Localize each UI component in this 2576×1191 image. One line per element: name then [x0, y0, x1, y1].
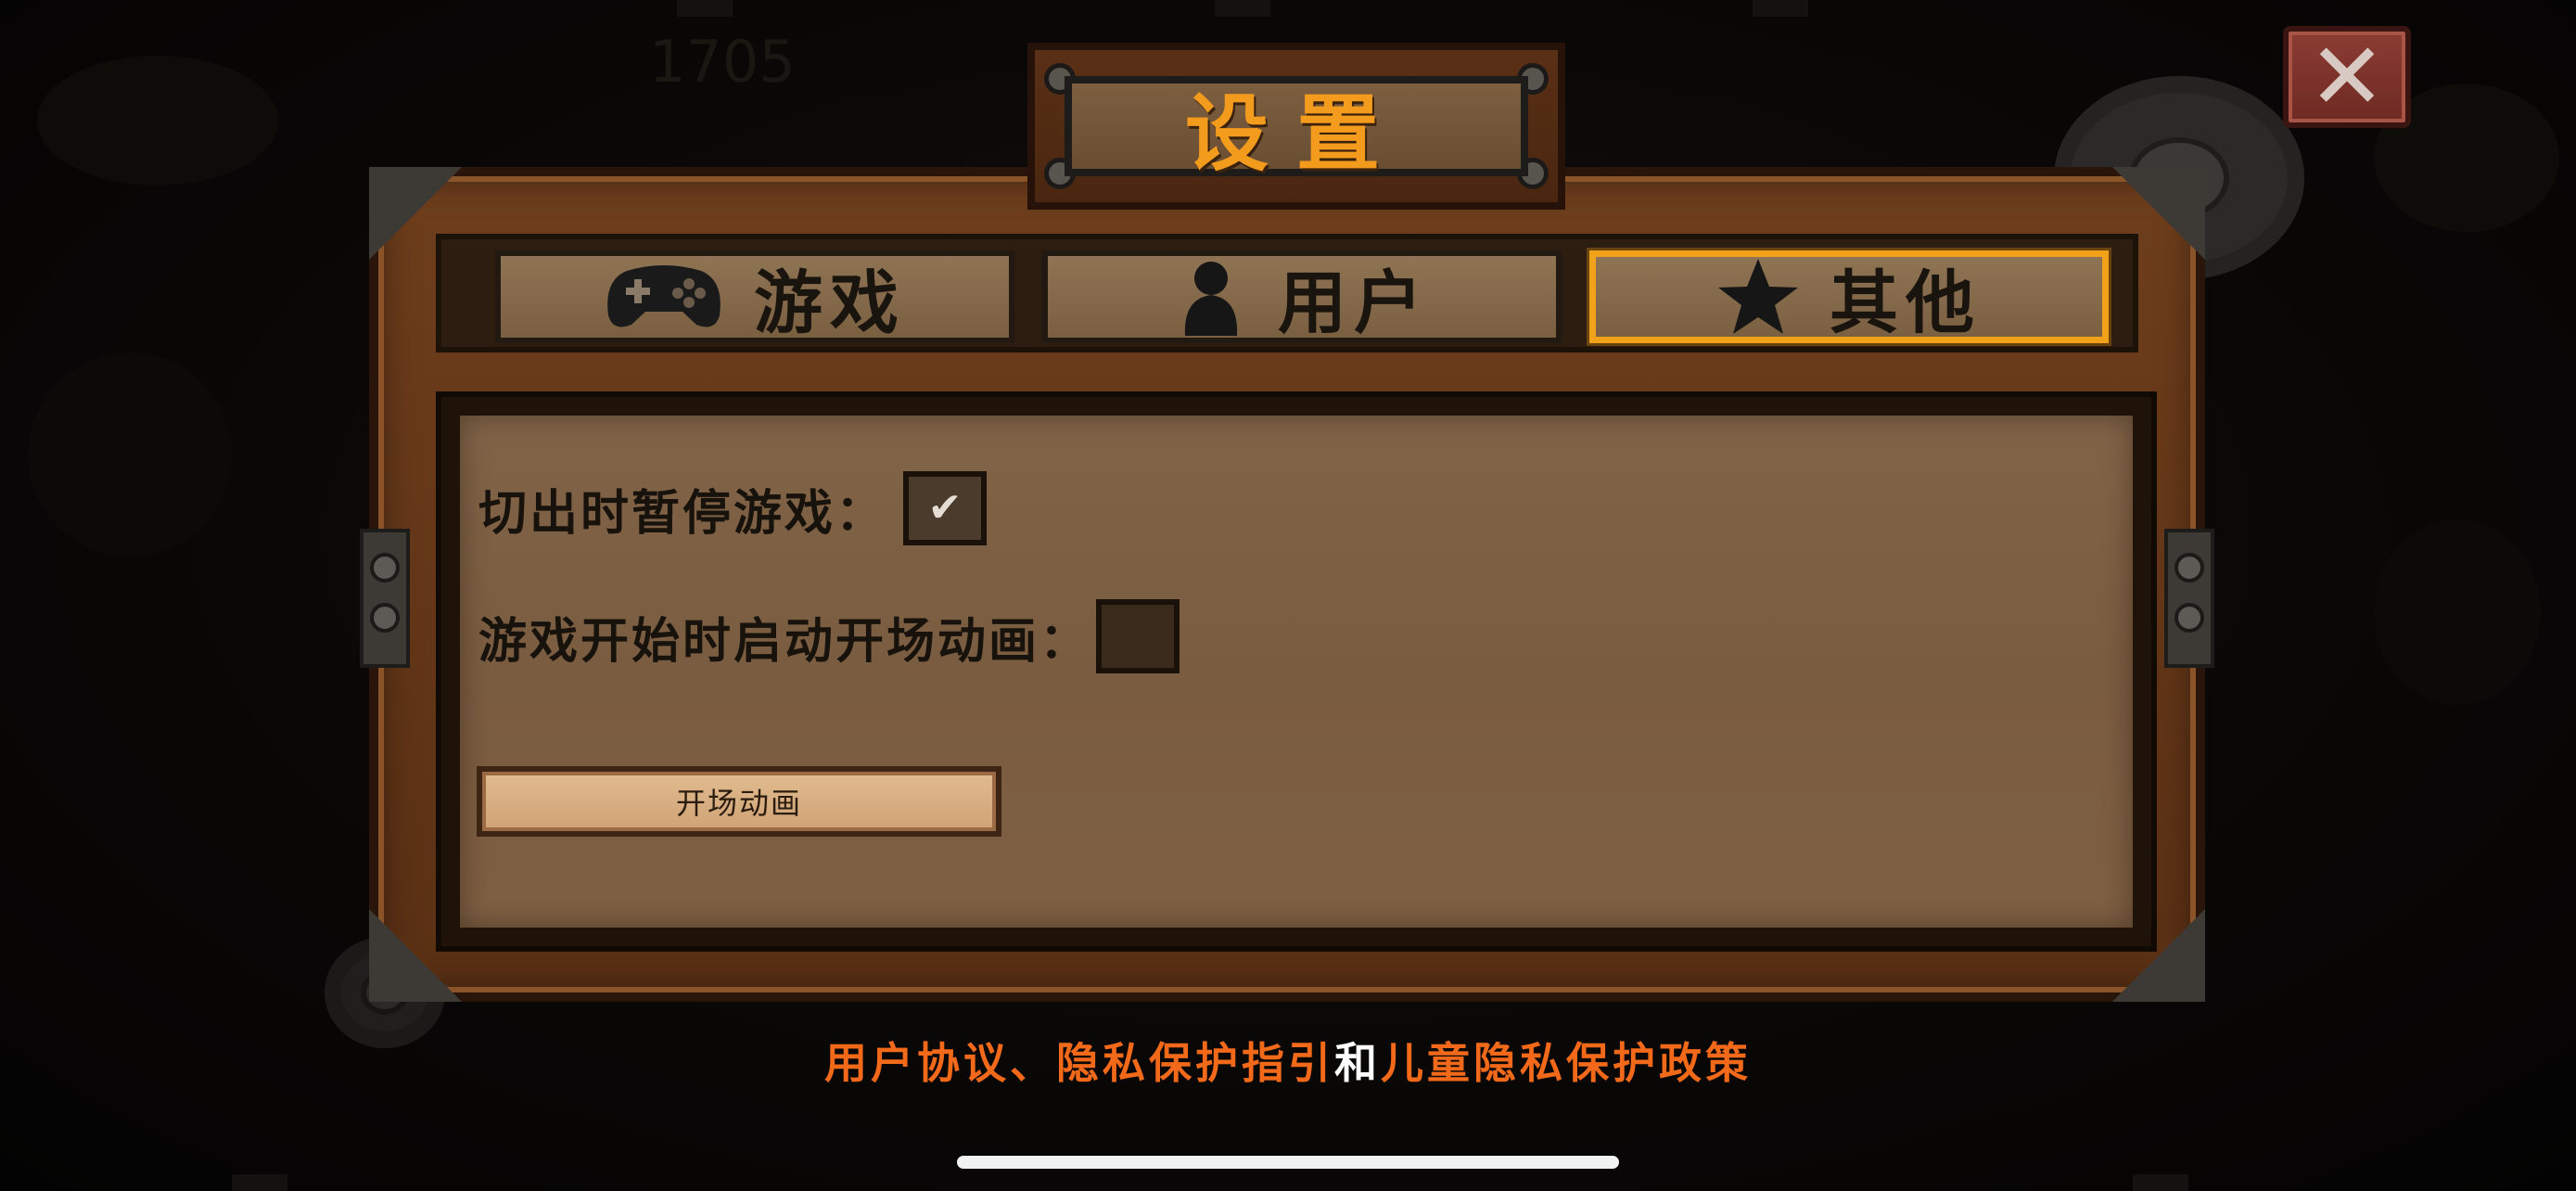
tab-game[interactable]: 游戏	[495, 250, 1014, 343]
user-icon	[1174, 258, 1248, 336]
tab-user[interactable]: 用户	[1042, 250, 1562, 343]
user-agreement-link[interactable]: 用户协议	[824, 1038, 1010, 1088]
settings-tabs: 游戏 用户 其他	[436, 234, 2138, 352]
tab-other[interactable]: 其他	[1589, 250, 2109, 343]
bolt-icon	[2174, 553, 2204, 583]
option-pause-on-switch-label: 切出时暂停游戏：	[478, 485, 887, 542]
star-icon	[1716, 257, 1800, 337]
background-unit	[2374, 519, 2541, 705]
option-play-intro-label: 游戏开始时启动开场动画：	[478, 613, 1091, 670]
legal-links: 用户协议、隐私保护指引和儿童隐私保护政策	[0, 1030, 2576, 1091]
checkmark-icon: ✔	[927, 484, 963, 531]
bolt-icon	[2174, 603, 2204, 633]
privacy-guide-link[interactable]: 隐私保护指引	[1056, 1038, 1334, 1088]
play-intro-checkbox[interactable]	[1096, 599, 1180, 673]
home-indicator[interactable]	[957, 1156, 1619, 1169]
page-title: 设置	[1185, 85, 1408, 183]
content-frame: 切出时暂停游戏： ✔ 游戏开始时启动开场动画： 开场动画	[436, 391, 2157, 952]
background-tile	[2133, 1174, 2188, 1191]
settings-panel: 游戏 用户 其他 切出时暂停游戏： ✔ 游戏开始时启动开场动画： 开场动画	[360, 167, 2214, 1002]
tab-other-label: 其他	[1830, 263, 1982, 343]
tab-game-label: 游戏	[754, 263, 906, 343]
background-tile	[677, 0, 733, 17]
link-separator: 、	[1010, 1038, 1056, 1088]
tab-user-label: 用户	[1278, 263, 1430, 343]
panel-clasp	[2164, 529, 2214, 668]
close-icon: ✕	[2308, 22, 2386, 131]
background-foliage	[37, 56, 278, 186]
play-intro-button-label: 开场动画	[675, 786, 802, 821]
background-score: 1705	[649, 28, 796, 96]
title-plate: 设置	[1027, 43, 1565, 210]
pause-on-switch-checkbox[interactable]: ✔	[903, 471, 988, 545]
panel-clasp	[360, 529, 410, 668]
settings-content: 切出时暂停游戏： ✔ 游戏开始时启动开场动画： 开场动画	[460, 416, 2133, 928]
background-tile	[1215, 0, 1270, 17]
link-conjunction: 和	[1334, 1038, 1381, 1088]
bolt-icon	[370, 553, 400, 583]
close-button[interactable]: ✕	[2283, 26, 2411, 128]
play-intro-button[interactable]: 开场动画	[477, 766, 1001, 837]
title-frame: 设置	[1065, 76, 1528, 183]
game-screen: 1705 ✕ 设置 游戏 用户 其他 切出时暂停游戏： ✔ 游戏开始时启动开场动…	[0, 0, 2576, 1191]
background-tile	[232, 1174, 287, 1191]
child-privacy-link[interactable]: 儿童隐私保护政策	[1381, 1038, 1752, 1088]
option-pause-on-switch: 切出时暂停游戏： ✔	[478, 471, 988, 545]
option-play-intro: 游戏开始时启动开场动画：	[478, 599, 1180, 673]
bolt-icon	[370, 603, 400, 633]
background-unit	[28, 352, 232, 557]
background-tile	[1753, 0, 1808, 17]
gamepad-icon	[604, 260, 724, 334]
